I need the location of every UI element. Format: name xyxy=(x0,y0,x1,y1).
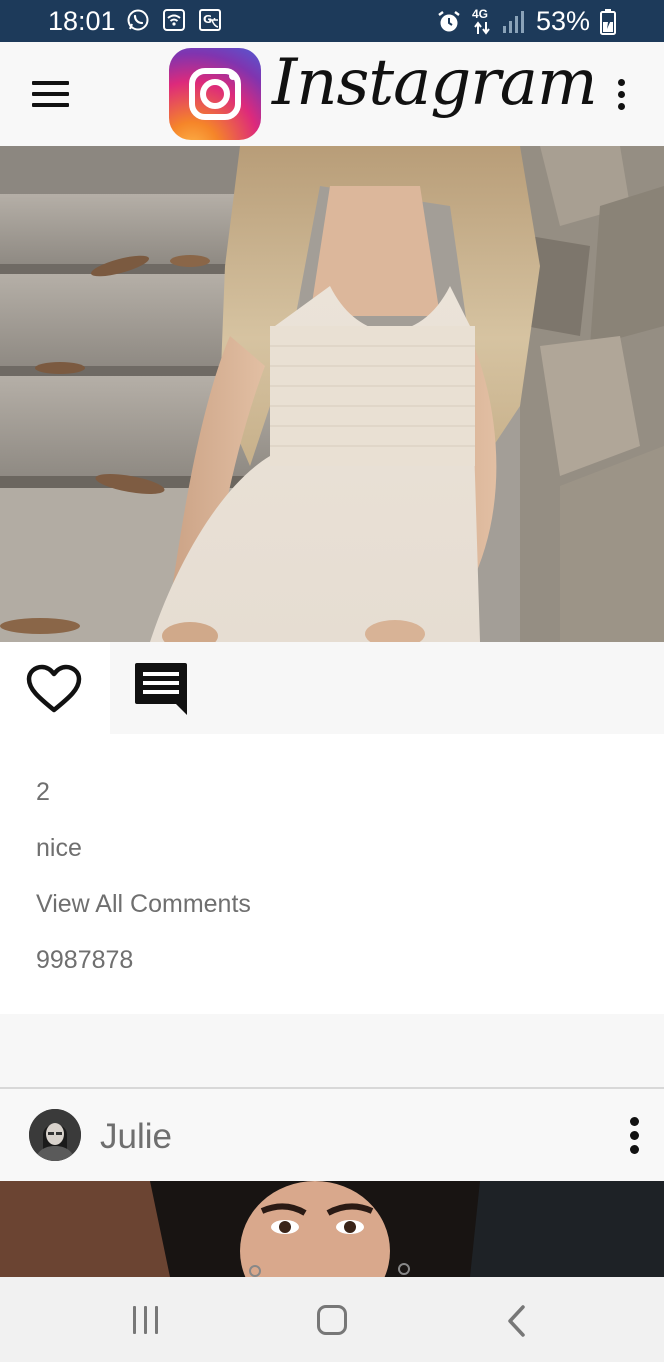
more-vert-icon[interactable] xyxy=(630,1117,639,1154)
post-photo xyxy=(0,146,664,642)
recent-apps-icon[interactable] xyxy=(133,1306,159,1334)
whatsapp-icon xyxy=(127,9,149,31)
battery-label: 53% xyxy=(535,6,590,36)
more-vert-icon[interactable] xyxy=(618,79,626,110)
app-title: Instagram xyxy=(272,46,598,120)
post-details: 2 nice View All Comments 9987878 xyxy=(0,734,664,1014)
post-action-bar xyxy=(0,642,664,734)
wifi-calling-icon xyxy=(163,9,185,31)
screen: 18:01 G 4G 53% Instagram 2 nice View All… xyxy=(0,0,664,1362)
data-arrows-icon xyxy=(474,20,490,35)
system-nav-bar xyxy=(0,1277,664,1362)
instagram-logo-icon xyxy=(169,48,261,140)
translate-icon: G xyxy=(199,9,221,31)
post-caption: nice xyxy=(36,834,82,862)
post2-photo xyxy=(0,1181,664,1277)
network-4g-icon: 4G xyxy=(472,7,492,37)
avatar[interactable] xyxy=(29,1109,81,1161)
avatar-image xyxy=(29,1109,81,1161)
battery-charging-icon xyxy=(600,8,616,35)
post2-image[interactable] xyxy=(0,1181,664,1277)
signal-icon xyxy=(502,10,524,33)
post-extra-text: 9987878 xyxy=(36,946,134,974)
alarm-icon xyxy=(438,10,460,31)
heart-outline-icon xyxy=(26,664,82,713)
comment-icon xyxy=(135,663,187,715)
post2-username[interactable]: Julie xyxy=(100,1117,172,1157)
hamburger-menu-icon[interactable] xyxy=(32,81,69,107)
likes-count: 2 xyxy=(36,778,50,806)
view-all-comments-link[interactable]: View All Comments xyxy=(36,890,251,919)
network-4g-label: 4G xyxy=(471,6,488,21)
comment-button[interactable] xyxy=(133,661,189,717)
status-time: 18:01 xyxy=(48,6,116,36)
status-left-icons: G xyxy=(126,8,222,32)
like-button[interactable] xyxy=(0,642,110,734)
post2-header: Julie xyxy=(0,1089,664,1181)
status-bar: 18:01 G 4G 53% xyxy=(0,0,664,42)
post-image[interactable] xyxy=(0,146,664,642)
status-right: 4G 53% xyxy=(436,6,616,37)
svg-text:G: G xyxy=(203,13,212,26)
back-icon[interactable] xyxy=(505,1305,529,1337)
home-icon[interactable] xyxy=(317,1305,347,1335)
app-bar: Instagram xyxy=(0,42,664,146)
